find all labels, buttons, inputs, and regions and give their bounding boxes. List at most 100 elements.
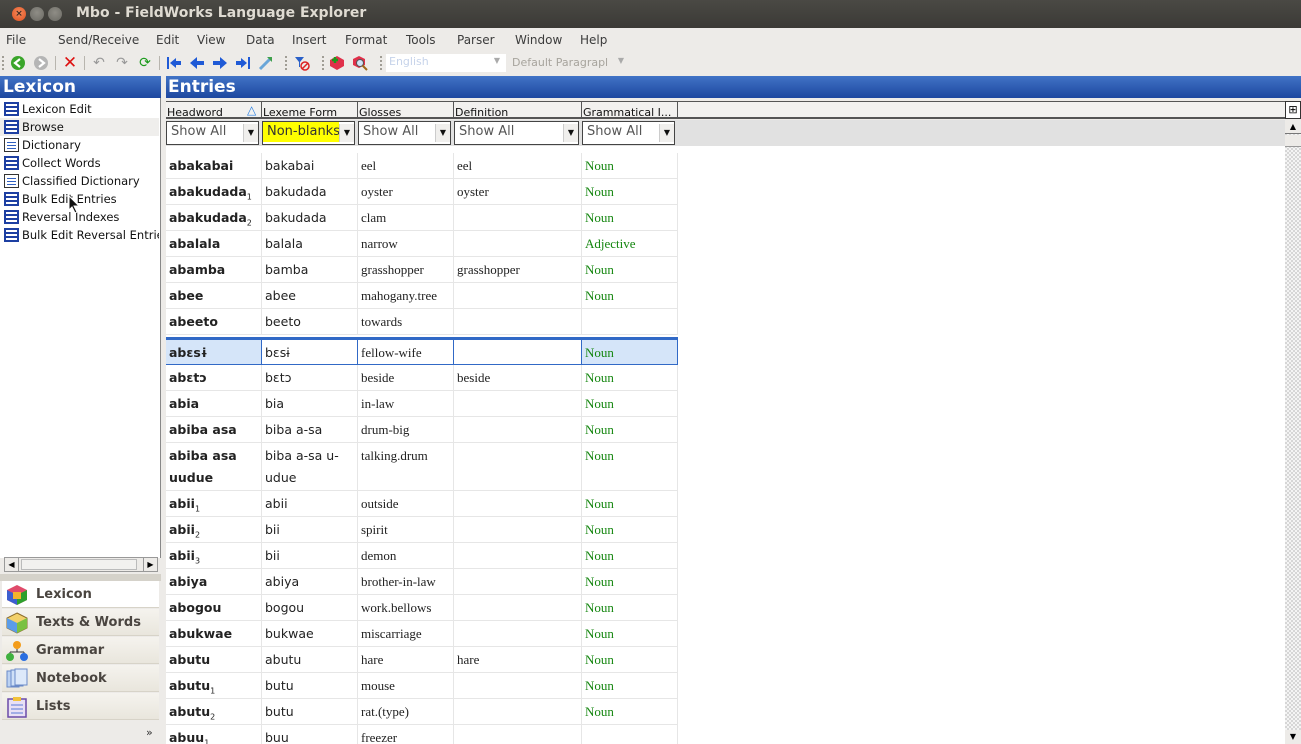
headword-cell[interactable]: abia: [166, 391, 262, 416]
column-config-icon[interactable]: ⊞: [1285, 101, 1301, 119]
last-record-icon[interactable]: [235, 55, 251, 71]
column-header-grammatical-i[interactable]: Grammatical I...: [582, 102, 678, 119]
menu-insert[interactable]: Insert: [292, 33, 326, 47]
glosses-cell[interactable]: talking.drum: [358, 443, 454, 490]
grammatical-info-cell[interactable]: Adjective: [582, 231, 678, 256]
glosses-cell[interactable]: outside: [358, 491, 454, 516]
scroll-left-icon[interactable]: ◀: [5, 558, 19, 571]
definition-cell[interactable]: [454, 673, 582, 698]
tool-item-collect-words[interactable]: Collect Words: [0, 154, 159, 172]
lexeme-form-cell[interactable]: buu: [262, 725, 358, 744]
menu-window[interactable]: Window: [515, 33, 562, 47]
definition-cell[interactable]: [454, 725, 582, 744]
chevron-down-icon[interactable]: ▼: [339, 124, 354, 142]
headword-cell[interactable]: abalala: [166, 231, 262, 256]
headword-cell[interactable]: abakudada2: [166, 205, 262, 230]
glosses-cell[interactable]: oyster: [358, 179, 454, 204]
column-header-lexeme-form[interactable]: Lexeme Form: [262, 102, 358, 119]
table-row[interactable]: abakabai bakabai eel eel Noun: [166, 153, 678, 179]
glosses-cell[interactable]: brother-in-law: [358, 569, 454, 594]
grammatical-info-cell[interactable]: Noun: [582, 391, 678, 416]
glosses-cell[interactable]: fellow-wife: [358, 340, 454, 364]
headword-cell[interactable]: abii3: [166, 543, 262, 568]
grammatical-info-cell[interactable]: Noun: [582, 491, 678, 516]
headword-cell[interactable]: abɛtɔ: [166, 365, 262, 390]
area-lists[interactable]: Lists: [2, 693, 159, 720]
table-row[interactable]: abutu2 butu rat.(type) Noun: [166, 699, 678, 725]
tool-item-lexicon-edit[interactable]: Lexicon Edit: [0, 100, 159, 118]
toolbar-grip[interactable]: [380, 56, 382, 70]
area-grammar[interactable]: Grammar: [2, 637, 159, 664]
headword-cell[interactable]: abamba: [166, 257, 262, 282]
definition-cell[interactable]: hare: [454, 647, 582, 672]
menu-help[interactable]: Help: [580, 33, 607, 47]
headword-cell[interactable]: abiba asa: [166, 417, 262, 442]
headword-cell[interactable]: abutu: [166, 647, 262, 672]
definition-cell[interactable]: eel: [454, 153, 582, 178]
minimize-window-button[interactable]: [30, 7, 44, 21]
glosses-cell[interactable]: miscarriage: [358, 621, 454, 646]
grammatical-info-cell[interactable]: Noun: [582, 153, 678, 178]
table-row[interactable]: abii2 bii spirit Noun: [166, 517, 678, 543]
grammatical-info-cell[interactable]: Noun: [582, 340, 678, 364]
headword-cell[interactable]: abɛsɨ: [166, 340, 262, 364]
definition-cell[interactable]: [454, 231, 582, 256]
chevron-down-icon[interactable]: ▼: [243, 124, 258, 142]
table-row[interactable]: abutu abutu hare hare Noun: [166, 647, 678, 673]
table-row[interactable]: abɛtɔ bɛtɔ beside beside Noun: [166, 365, 678, 391]
definition-cell[interactable]: oyster: [454, 179, 582, 204]
grammatical-info-cell[interactable]: Noun: [582, 569, 678, 594]
grammatical-info-cell[interactable]: Noun: [582, 417, 678, 442]
back-icon[interactable]: [10, 55, 26, 71]
tool-list-horizontal-scrollbar[interactable]: ◀ ▶: [4, 557, 158, 572]
filter-lexeme-form[interactable]: Non-blanks ▼: [262, 121, 355, 145]
definition-cell[interactable]: [454, 283, 582, 308]
headword-cell[interactable]: abuu1: [166, 725, 262, 744]
grammatical-info-cell[interactable]: Noun: [582, 621, 678, 646]
first-record-icon[interactable]: [166, 55, 182, 71]
grammatical-info-cell[interactable]: Noun: [582, 365, 678, 390]
menu-format[interactable]: Format: [345, 33, 387, 47]
lexeme-form-cell[interactable]: bii: [262, 543, 358, 568]
toolbar-grip[interactable]: [322, 56, 324, 70]
headword-cell[interactable]: abeeto: [166, 309, 262, 334]
lexeme-form-cell[interactable]: bɛtɔ: [262, 365, 358, 390]
find-entry-icon[interactable]: [352, 55, 368, 71]
menu-view[interactable]: View: [197, 33, 225, 47]
area-texts-words[interactable]: Texts & Words: [2, 609, 159, 636]
lexeme-form-cell[interactable]: abee: [262, 283, 358, 308]
menu-parser[interactable]: Parser: [457, 33, 495, 47]
headword-cell[interactable]: abee: [166, 283, 262, 308]
delete-icon[interactable]: ✕: [62, 55, 78, 72]
filter-glosses[interactable]: Show All ▼: [358, 121, 451, 145]
undo-icon[interactable]: ↶: [91, 55, 107, 71]
definition-cell[interactable]: [454, 491, 582, 516]
lexeme-form-cell[interactable]: balala: [262, 231, 358, 256]
lexeme-form-cell[interactable]: bia: [262, 391, 358, 416]
column-header-definition[interactable]: Definition: [454, 102, 582, 119]
definition-cell[interactable]: [454, 205, 582, 230]
table-row[interactable]: abuu1 buu freezer: [166, 725, 678, 744]
table-row[interactable]: abii3 bii demon Noun: [166, 543, 678, 569]
lexeme-form-cell[interactable]: biba a-sa u-udue: [262, 443, 358, 490]
glosses-cell[interactable]: mouse: [358, 673, 454, 698]
definition-cell[interactable]: beside: [454, 365, 582, 390]
table-row[interactable]: abiba asa biba a-sa drum-big Noun: [166, 417, 678, 443]
table-row[interactable]: abalala balala narrow Adjective: [166, 231, 678, 257]
lexeme-form-cell[interactable]: bɛsɨ: [262, 340, 358, 364]
lexeme-form-cell[interactable]: bakabai: [262, 153, 358, 178]
table-row[interactable]: abogou bogou work.bellows Noun: [166, 595, 678, 621]
glosses-cell[interactable]: demon: [358, 543, 454, 568]
column-header-headword[interactable]: Headword △: [166, 102, 262, 119]
scroll-thumb[interactable]: [1285, 135, 1301, 147]
table-row[interactable]: abutu1 butu mouse Noun: [166, 673, 678, 699]
glosses-cell[interactable]: beside: [358, 365, 454, 390]
glosses-cell[interactable]: clam: [358, 205, 454, 230]
grammatical-info-cell[interactable]: Noun: [582, 595, 678, 620]
insert-entry-icon[interactable]: [329, 55, 345, 71]
headword-cell[interactable]: abutu1: [166, 673, 262, 698]
definition-cell[interactable]: [454, 309, 582, 334]
table-row[interactable]: abiba asa uudue biba a-sa u-udue talking.d…: [166, 443, 678, 491]
grammatical-info-cell[interactable]: Noun: [582, 257, 678, 282]
grammatical-info-cell[interactable]: [582, 725, 678, 744]
